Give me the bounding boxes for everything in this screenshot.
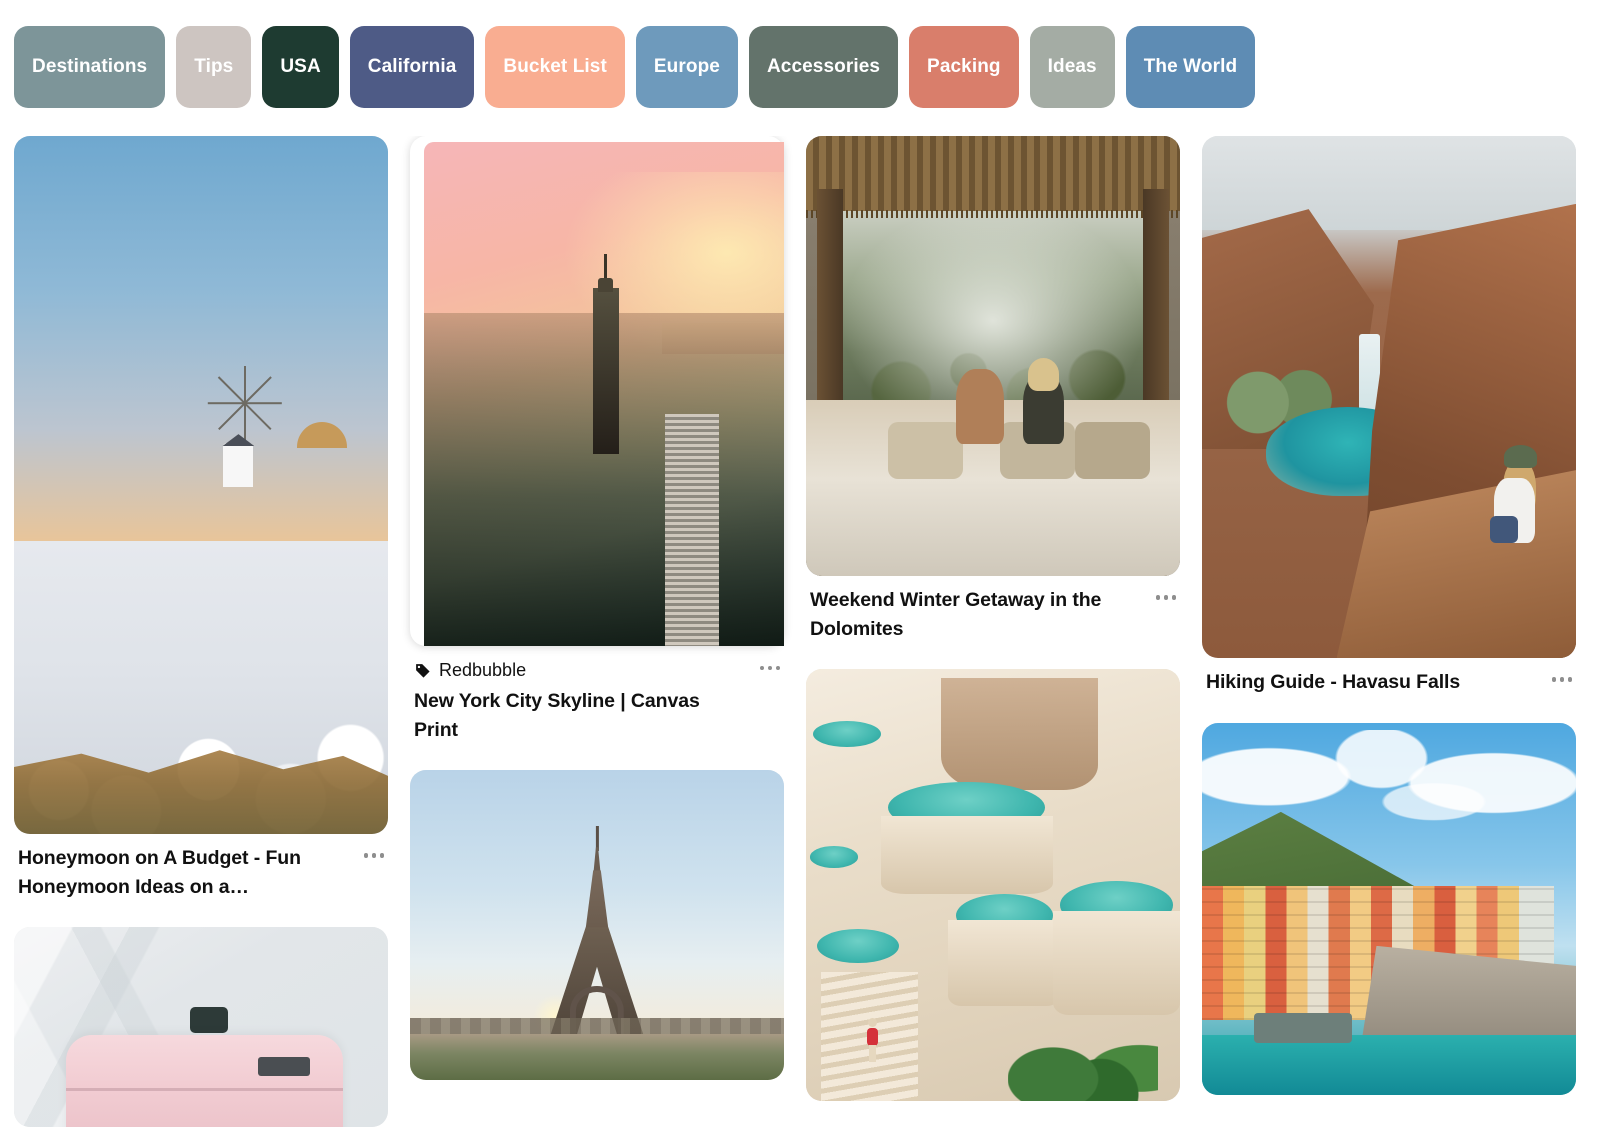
category-pill-the-world[interactable]: The World <box>1125 26 1256 108</box>
category-pill-packing[interactable]: Packing <box>909 26 1019 108</box>
category-pill-tips[interactable]: Tips <box>176 26 252 108</box>
category-pill-label: Bucket List <box>503 56 607 77</box>
pin-title: Honeymoon on A Budget - Fun Honeymoon Id… <box>18 847 301 898</box>
pin-card-dolomites[interactable]: Weekend Winter Getaway in the Dolomites <box>806 136 1180 643</box>
more-options-icon[interactable] <box>1551 668 1572 682</box>
category-pill-ideas[interactable]: Ideas <box>1029 26 1115 108</box>
pin-column-4: Hiking Guide - Havasu Falls <box>1202 136 1576 1121</box>
category-pill-usa[interactable]: USA <box>262 26 339 108</box>
pin-source-label: Redbubble <box>439 660 527 680</box>
category-pill-california[interactable]: California <box>349 26 475 108</box>
pin-image-nyc-skyline[interactable] <box>424 142 784 646</box>
category-pill-label: USA <box>280 56 321 77</box>
more-options-icon[interactable] <box>759 657 780 671</box>
pin-column-1: Honeymoon on A Budget - Fun Honeymoon Id… <box>14 136 388 1129</box>
category-filter-bar: Destinations Tips USA California Bucket … <box>0 0 1600 136</box>
category-pill-label: Accessories <box>766 56 881 77</box>
more-options-icon[interactable] <box>363 844 384 858</box>
pin-title: Weekend Winter Getaway in the Dolomites <box>810 589 1102 640</box>
category-pill-label: Ideas <box>1047 56 1097 77</box>
pin-image-hot-springs[interactable] <box>806 669 1180 1102</box>
pin-card-cinque-terre[interactable] <box>1202 722 1576 1095</box>
pin-card-havasu-falls[interactable]: Hiking Guide - Havasu Falls <box>1202 136 1576 697</box>
pin-title: New York City Skyline | Canvas Print <box>414 690 700 741</box>
more-options-icon[interactable] <box>1155 586 1176 600</box>
category-pill-destinations[interactable]: Destinations <box>14 26 166 108</box>
category-pill-europe[interactable]: Europe <box>635 26 738 108</box>
product-pin-card[interactable] <box>410 136 784 646</box>
category-pill-label: Packing <box>927 56 1001 77</box>
pin-card-honeymoon[interactable]: Honeymoon on A Budget - Fun Honeymoon Id… <box>14 136 388 901</box>
pin-image-eiffel-tower[interactable] <box>410 770 784 1081</box>
category-pill-label: Destinations <box>32 56 148 77</box>
pin-card-suitcase[interactable] <box>14 927 388 1128</box>
category-pill-label: Europe <box>653 56 720 77</box>
pin-card-hot-springs[interactable] <box>806 669 1180 1102</box>
category-pill-bucket-list[interactable]: Bucket List <box>485 26 625 108</box>
pin-image-santorini[interactable] <box>14 136 388 834</box>
price-tag-icon <box>415 664 430 678</box>
pin-title: Hiking Guide - Havasu Falls <box>1206 671 1461 693</box>
pin-source: Redbubble <box>410 646 530 681</box>
category-pill-label: California <box>367 56 457 77</box>
pin-column-2: Redbubble New York City Skyline | Canvas… <box>410 136 784 1106</box>
pin-image-jungle-bed[interactable] <box>806 136 1180 576</box>
pin-image-havasu-falls[interactable] <box>1202 136 1576 658</box>
category-pill-label: Tips <box>194 56 234 77</box>
pin-image-cinque-terre[interactable] <box>1202 722 1576 1095</box>
category-pill-label: The World <box>1143 56 1238 77</box>
pin-column-3: Weekend Winter Getaway in the Dolomites <box>806 136 1180 1127</box>
pin-image-pink-suitcase[interactable] <box>14 927 388 1128</box>
pin-board: Honeymoon on A Budget - Fun Honeymoon Id… <box>0 136 1600 1129</box>
pin-card-nyc-canvas-print[interactable]: Redbubble New York City Skyline | Canvas… <box>410 136 784 744</box>
category-pill-accessories[interactable]: Accessories <box>748 26 899 108</box>
pin-card-eiffel-tower[interactable] <box>410 770 784 1081</box>
